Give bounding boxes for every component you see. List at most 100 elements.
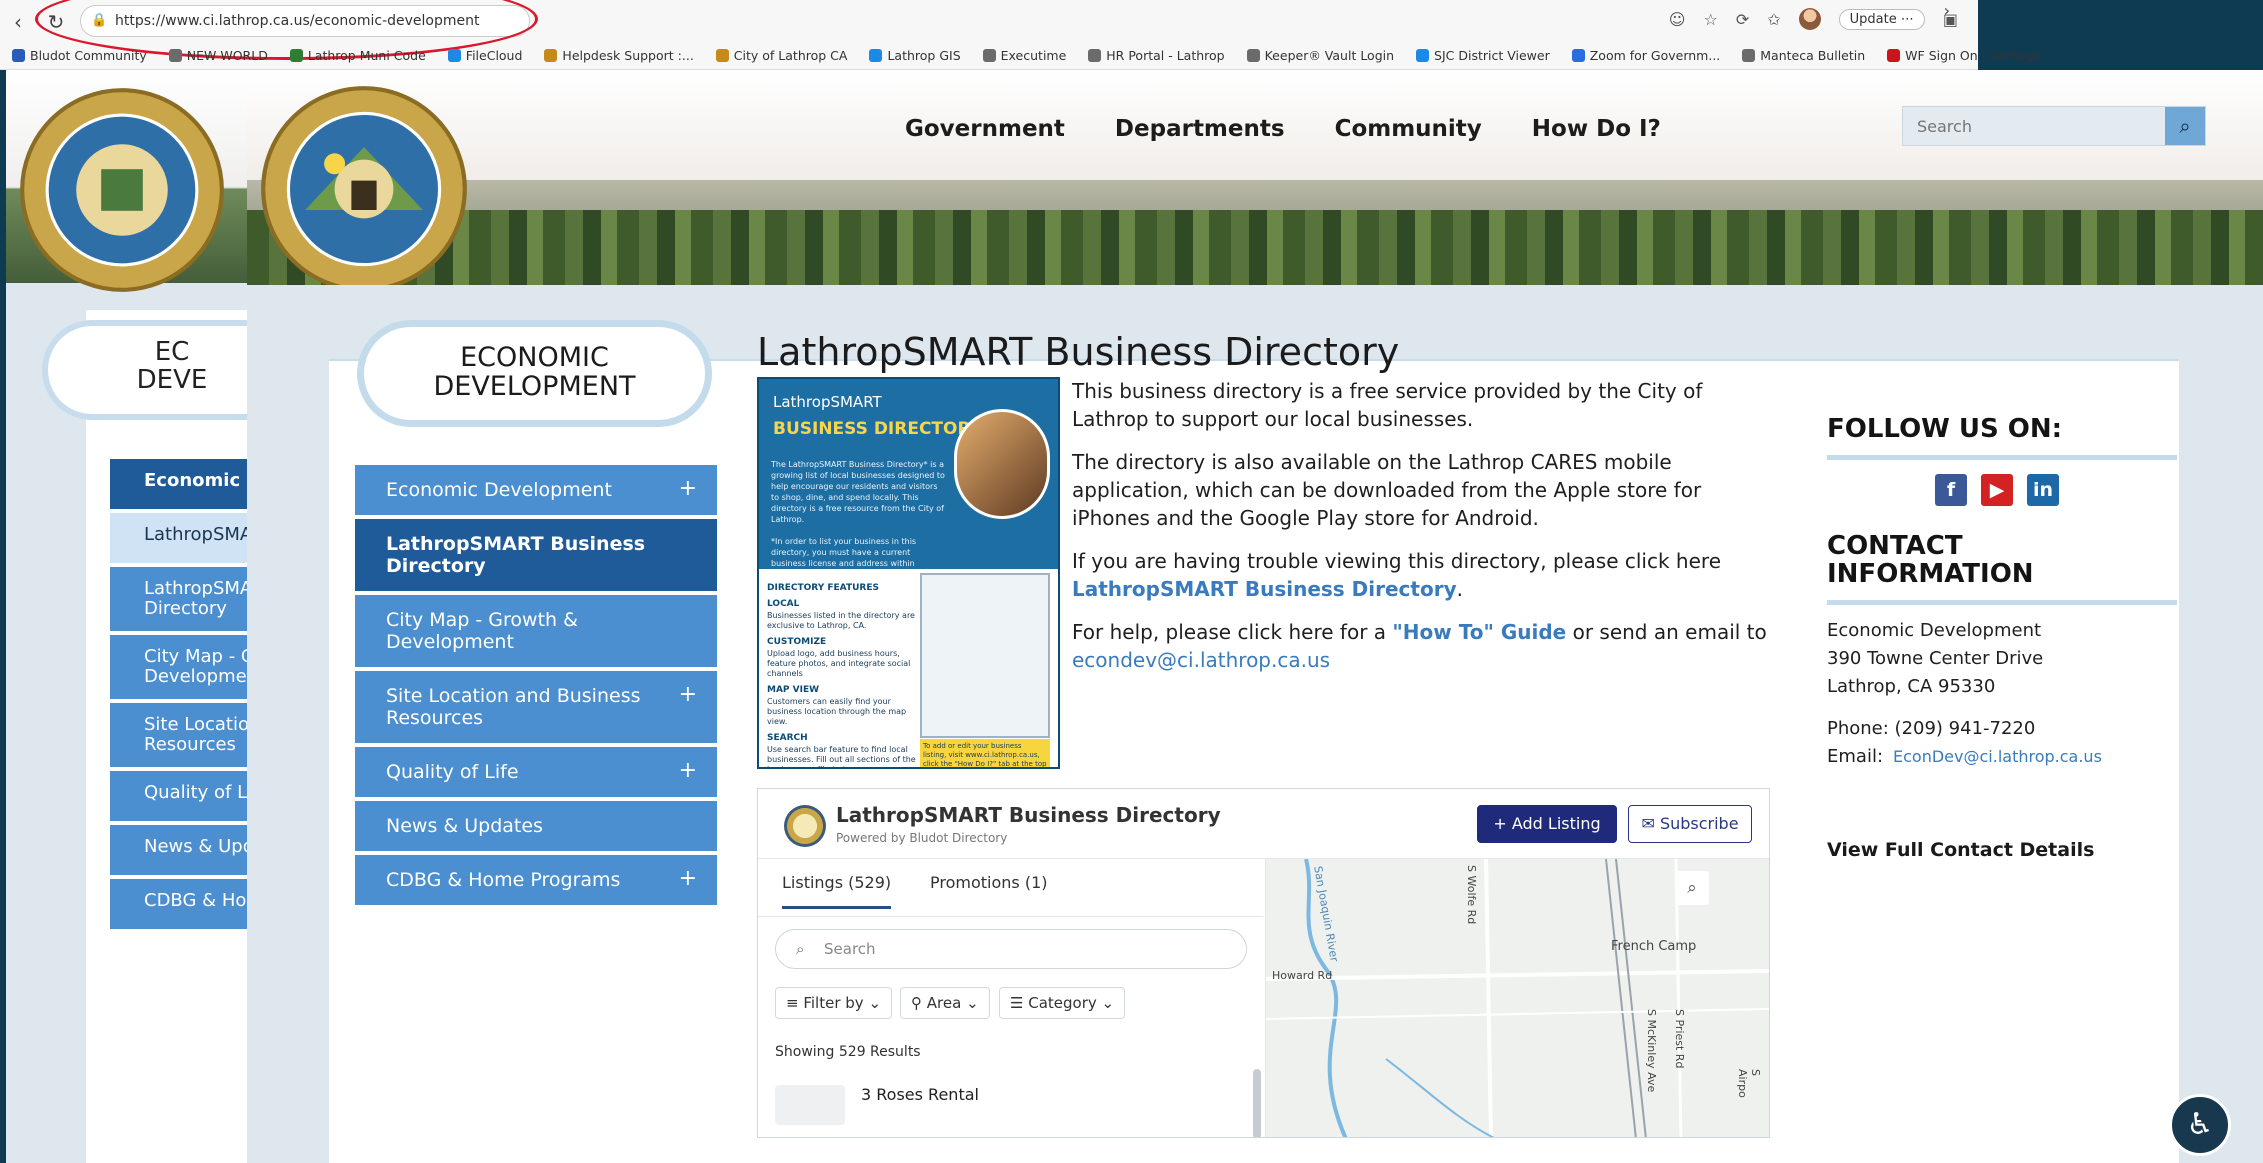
- sidebar-item[interactable]: LathropSMART Business Directory: [355, 519, 717, 591]
- bookmark-icon: [715, 48, 729, 62]
- sync-icon[interactable]: ⟳: [1736, 10, 1749, 29]
- bookmark-item[interactable]: Keeper® Vault Login: [1246, 48, 1394, 63]
- econdev-email-link[interactable]: econdev@ci.lathrop.ca.us: [1072, 648, 1330, 672]
- list-scrollbar[interactable]: [1253, 1069, 1261, 1137]
- nav-departments[interactable]: Departments: [1115, 116, 1285, 142]
- star-icon[interactable]: ☆: [1703, 10, 1717, 29]
- search-icon[interactable]: ⌕: [2165, 107, 2205, 145]
- tab-promotions[interactable]: Promotions (1): [930, 873, 1048, 906]
- bookmark-item[interactable]: NEW WORLD: [168, 47, 268, 63]
- bookmark-label: Executime: [1000, 47, 1067, 63]
- flyer-phone-mockup: [920, 573, 1050, 738]
- listing-thumbnail: [775, 1085, 845, 1125]
- tab-listings[interactable]: Listings (529): [782, 873, 892, 909]
- bookmark-item[interactable]: Helpdesk Support :...: [544, 48, 694, 63]
- directory-link[interactable]: LathropSMART Business Directory: [1072, 577, 1457, 601]
- expand-plus-icon[interactable]: +: [679, 868, 697, 890]
- bookmark-item[interactable]: Bludot Community: [12, 48, 147, 63]
- bookmark-item[interactable]: Zoom for Governm...: [1571, 48, 1720, 63]
- flyer-cta: To add or edit your business listing, vi…: [920, 739, 1050, 767]
- bookmark-icon: [1088, 48, 1102, 62]
- contact-email-link[interactable]: EconDev@ci.lathrop.ca.us: [1893, 747, 2102, 766]
- nav-how-do-i[interactable]: How Do I?: [1532, 116, 1661, 142]
- sidebar-item-label: News & Updates: [386, 815, 543, 837]
- widget-tabs: Listings (529) Promotions (1): [758, 859, 1263, 917]
- sidebar-item[interactable]: CDBG & Home Programs +: [355, 855, 717, 905]
- bookmark-icon: [289, 48, 303, 62]
- flyer-feature-name: SEARCH: [767, 733, 808, 743]
- city-seal-icon[interactable]: [259, 84, 469, 285]
- bookmark-item[interactable]: City of Lathrop CA: [715, 48, 847, 63]
- contact-info: Economic Development 390 Towne Center Dr…: [1827, 617, 2177, 771]
- flyer-feature-text: Use search bar feature to find local bus…: [767, 745, 916, 767]
- header-banner: Government Departments Community How Do …: [247, 70, 2263, 285]
- bookmark-item[interactable]: Executime: [982, 47, 1067, 63]
- flyer-photo: [954, 409, 1050, 519]
- bookmark-item[interactable]: Manteca Bulletin: [1742, 48, 1865, 63]
- contact-heading: CONTACT INFORMATION: [1827, 531, 2034, 589]
- filter-by-dropdown[interactable]: ≡ Filter by ⌄: [775, 987, 893, 1019]
- contact-email-row: Email: EconDev@ci.lathrop.ca.us: [1827, 746, 2102, 767]
- extensions-icon[interactable]: ☺: [1669, 10, 1686, 29]
- bookmark-label: NEW WORLD: [186, 47, 268, 63]
- sidebar-item[interactable]: Economic Development +: [355, 465, 717, 515]
- widget-subtitle: Powered by Bludot Directory: [836, 831, 1008, 845]
- sidebar-item-label: Site Location and Business Resources: [386, 685, 641, 729]
- list-item[interactable]: 3 Roses Rental: [775, 1085, 1255, 1125]
- expand-plus-icon[interactable]: +: [679, 684, 697, 706]
- sidebar-item[interactable]: Site Location and Business Resources +: [355, 671, 717, 743]
- bookmark-item[interactable]: Lathrop GIS: [869, 48, 961, 63]
- back-icon[interactable]: ‹: [6, 10, 30, 34]
- view-full-contact-link[interactable]: View Full Contact Details: [1827, 839, 2177, 861]
- nav-community[interactable]: Community: [1335, 116, 1482, 142]
- bookmark-label: WF Sign On | Vantage: [1905, 47, 2042, 63]
- bookmark-icon: [447, 48, 461, 62]
- nav-government[interactable]: Government: [905, 116, 1065, 142]
- bookmark-item[interactable]: SJC District Viewer: [1416, 48, 1550, 63]
- follow-heading: FOLLOW US ON:: [1827, 414, 2063, 444]
- section-title: ECONOMIC DEVELOPMENT: [433, 342, 636, 402]
- sidebar-item[interactable]: City Map - Growth & Development: [355, 595, 717, 667]
- search-input[interactable]: [1903, 107, 2167, 145]
- directory-flyer-image[interactable]: LathropSMART BUSINESS DIRECTORY The Lath…: [757, 377, 1060, 769]
- bookmark-icon: [544, 48, 558, 62]
- sidebar-item[interactable]: Quality of Life +: [355, 747, 717, 797]
- map-search-icon[interactable]: ⌕: [1675, 871, 1709, 905]
- sidebar-item[interactable]: News & Updates: [355, 801, 717, 851]
- bookmarks-bar: Bludot Community NEW WORLD Lathrop Muni Co…: [0, 44, 2041, 66]
- widget-search-input[interactable]: ⌕ Search: [775, 929, 1247, 969]
- mail-icon: ✉: [1641, 814, 1655, 833]
- main-content: LathropSMART Business Directory LathropS…: [757, 330, 1770, 1138]
- bookmark-item[interactable]: HR Portal - Lathrop: [1088, 47, 1225, 63]
- favorites-icon[interactable]: ✩: [1767, 10, 1780, 29]
- section-title-pill: ECONOMIC DEVELOPMENT: [357, 320, 712, 427]
- widget-logo: [784, 805, 826, 847]
- bludot-directory-widget: LathropSMART Business Directory Powered …: [757, 788, 1770, 1138]
- subscribe-button[interactable]: ✉ Subscribe: [1628, 805, 1752, 843]
- bookmark-label: FileCloud: [465, 47, 523, 63]
- profile-avatar[interactable]: [1798, 8, 1821, 30]
- add-listing-button[interactable]: + Add Listing: [1477, 805, 1617, 843]
- bookmark-icon: [1416, 48, 1430, 62]
- expand-plus-icon[interactable]: +: [679, 760, 697, 782]
- category-dropdown[interactable]: ☰ Category ⌄: [999, 987, 1126, 1019]
- youtube-icon[interactable]: ▶: [1981, 474, 2013, 506]
- accessibility-icon[interactable]: ♿: [2169, 1094, 2231, 1156]
- linkedin-icon[interactable]: in: [2027, 474, 2059, 506]
- chevron-right-icon[interactable]: ›: [1944, 1, 1950, 20]
- bookmark-item[interactable]: FileCloud: [447, 47, 523, 63]
- facebook-icon[interactable]: f: [1935, 474, 1967, 506]
- directory-map[interactable]: French Camp Howard Rd S Wolfe Rd S Pries…: [1265, 859, 1769, 1137]
- bookmark-item[interactable]: Lathrop Muni Code: [289, 48, 426, 63]
- map-label-mckinley-ave: S McKinley Ave: [1645, 1009, 1658, 1093]
- contact-address-1: 390 Towne Center Drive: [1827, 648, 2044, 669]
- how-to-guide-link[interactable]: "How To" Guide: [1392, 620, 1566, 644]
- update-button[interactable]: Update ⋯: [1838, 8, 1925, 30]
- contact-phone: Phone: (209) 941-7220: [1827, 718, 2036, 739]
- sidebar-item-label: Economic Development: [386, 479, 612, 501]
- browser-toolbar: ‹ ↻ 🔒 https://www.ci.lathrop.ca.us/econo…: [0, 0, 2041, 70]
- bookmark-label: HR Portal - Lathrop: [1106, 47, 1225, 63]
- area-dropdown[interactable]: ⚲ Area ⌄: [900, 987, 990, 1019]
- expand-plus-icon[interactable]: +: [679, 478, 697, 500]
- bookmark-item[interactable]: WF Sign On | Vantage: [1887, 48, 2041, 63]
